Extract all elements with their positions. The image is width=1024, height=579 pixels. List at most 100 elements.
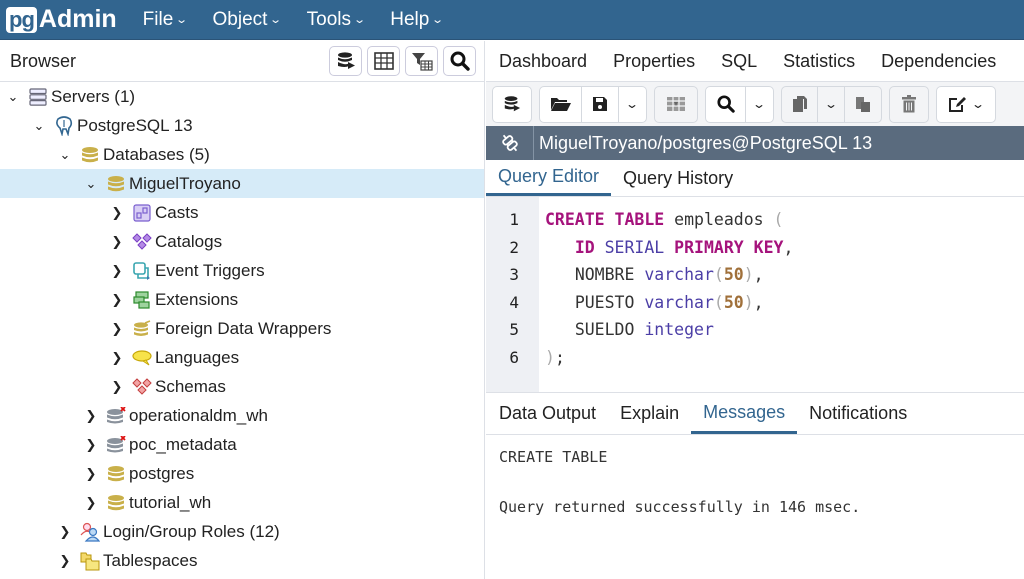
tree-node-schemas[interactable]: ❯ Schemas — [0, 372, 484, 401]
sql-punctuation: ) — [743, 265, 754, 284]
query-tabs: Query Editor Query History — [486, 160, 1024, 197]
search-icon — [450, 51, 470, 71]
tree-node-tutorial-wh[interactable]: ❯ tutorial_wh — [0, 488, 484, 517]
tree-node-label: Foreign Data Wrappers — [155, 318, 332, 338]
menu-tools[interactable]: Tools ⌄ — [307, 9, 366, 31]
tab-explain[interactable]: Explain — [608, 393, 691, 434]
tree-node-languages[interactable]: ❯ Languages — [0, 343, 484, 372]
folder-open-icon — [550, 98, 571, 111]
chevron-right-icon[interactable]: ❯ — [84, 466, 98, 482]
chevron-down-icon: ⌄ — [431, 14, 445, 26]
chevron-right-icon[interactable]: ❯ — [110, 205, 124, 221]
chevron-right-icon[interactable]: ❯ — [110, 321, 124, 337]
tree-node-databases[interactable]: ⌄ Databases (5) — [0, 140, 484, 169]
copy-options-dropdown[interactable]: ⌄ — [818, 86, 845, 122]
chevron-down-icon[interactable]: ⌄ — [58, 147, 72, 163]
save-options-dropdown[interactable]: ⌄ — [619, 87, 646, 122]
save-data-changes-icon — [667, 97, 685, 111]
tree-node-extensions[interactable]: ❯ Extensions — [0, 285, 484, 314]
chevron-right-icon[interactable]: ❯ — [84, 495, 98, 511]
menu-file[interactable]: File ⌄ — [143, 9, 189, 31]
tree-node-catalogs[interactable]: ❯ Catalogs — [0, 227, 484, 256]
connection-label: MiguelTroyano/postgres@PostgreSQL 13 — [539, 132, 873, 153]
tree-node-postgresql-13[interactable]: ⌄ PostgreSQL 13 — [0, 111, 484, 140]
browser-toolbar — [329, 46, 476, 76]
tree-node-event-triggers[interactable]: ❯ Event Triggers — [0, 256, 484, 285]
tab-notifications[interactable]: Notifications — [797, 393, 919, 434]
tree-node-poc-metadata[interactable]: ❯ poc_metadata — [0, 430, 484, 459]
paste-icon — [856, 97, 870, 112]
sql-punctuation: ; — [554, 347, 565, 367]
tree-node-label: Tablespaces — [103, 550, 198, 570]
line-number: 6 — [509, 347, 519, 367]
chevron-down-icon: ⌄ — [175, 14, 189, 26]
search-icon — [716, 95, 735, 113]
chevron-down-icon[interactable]: ⌄ — [84, 176, 98, 192]
chevron-right-icon[interactable]: ❯ — [110, 292, 124, 308]
sql-number: 50 — [723, 265, 744, 284]
line-number: 3 — [509, 265, 519, 284]
code-area[interactable]: CREATE TABLE empleados ( ID SERIAL PRIMA… — [539, 197, 793, 392]
tree-node-login-group-roles[interactable]: ❯ Login/Group Roles (12) — [0, 517, 484, 546]
logo-pg: pg — [6, 6, 37, 33]
tree-node-label: Catalogs — [155, 231, 223, 251]
tree-node-operationaldm-wh[interactable]: ❯ operationaldm_wh — [0, 401, 484, 430]
tree-node-label: MiguelTroyano — [129, 173, 241, 193]
menu-object[interactable]: Object ⌄ — [213, 9, 283, 31]
sql-identifier: empleados — [674, 210, 764, 229]
tab-sql[interactable]: SQL — [721, 51, 757, 72]
chevron-right-icon[interactable]: ❯ — [58, 524, 72, 540]
tree-node-postgres[interactable]: ❯ postgres — [0, 459, 484, 488]
chevron-down-icon[interactable]: ⌄ — [32, 118, 46, 134]
chevron-right-icon[interactable]: ❯ — [58, 553, 72, 569]
sql-punctuation: ) — [545, 347, 555, 367]
view-data-button[interactable] — [367, 46, 400, 76]
save-file-button[interactable] — [582, 86, 619, 122]
tab-properties[interactable]: Properties — [613, 51, 695, 72]
tree-node-foreign-data-wrappers[interactable]: ❯ Foreign Data Wrappers — [0, 314, 484, 343]
find-button[interactable] — [706, 86, 746, 122]
chevron-down-icon[interactable]: ⌄ — [6, 89, 20, 105]
tab-dependencies[interactable]: Dependencies — [881, 51, 996, 72]
tree-node-tablespaces[interactable]: ❯ Tablespaces — [0, 546, 484, 575]
result-tabs: Data Output Explain Messages Notificatio… — [486, 393, 1024, 435]
chevron-right-icon[interactable]: ❯ — [110, 263, 124, 279]
sql-number: 50 — [723, 292, 744, 312]
connection-status[interactable] — [486, 126, 534, 160]
chevron-right-icon[interactable]: ❯ — [110, 379, 124, 395]
copy-button[interactable] — [782, 86, 818, 122]
query-tool-button[interactable] — [329, 46, 362, 76]
chevron-right-icon[interactable]: ❯ — [110, 350, 124, 366]
tree-node-casts[interactable]: ❯ Casts — [0, 198, 484, 227]
tree-node-servers[interactable]: ⌄ Servers (1) — [0, 82, 484, 111]
connection-status-button[interactable] — [493, 87, 531, 122]
sql-editor[interactable]: 1 2 3 4 5 6 CREATE TABLE empleados ( ID … — [486, 197, 1024, 393]
code-line: PUESTO varchar(50), — [545, 289, 793, 317]
chevron-right-icon[interactable]: ❯ — [84, 437, 98, 453]
edit-options-button[interactable]: ⌄ — [937, 87, 995, 122]
tab-data-output[interactable]: Data Output — [487, 393, 608, 434]
tree-node-label: Event Triggers — [155, 260, 265, 280]
open-file-button[interactable] — [540, 86, 582, 122]
save-data-changes-button[interactable] — [655, 87, 697, 122]
tree-node-migueltroyano[interactable]: ⌄ MiguelTroyano — [0, 169, 484, 198]
tab-dashboard[interactable]: Dashboard — [499, 51, 587, 72]
find-options-dropdown[interactable]: ⌄ — [746, 87, 773, 122]
filtered-rows-button[interactable] — [405, 46, 438, 76]
tab-statistics[interactable]: Statistics — [783, 51, 855, 72]
search-objects-button[interactable] — [443, 46, 476, 76]
logo-admin: Admin — [38, 5, 117, 33]
tab-query-editor[interactable]: Query Editor — [486, 160, 612, 196]
tab-query-history[interactable]: Query History — [611, 160, 745, 196]
paste-button[interactable] — [845, 87, 881, 122]
browser-panel: Browser ⌄ Servers (1) ⌄ PostgreSQL 13 ⌄ … — [0, 41, 485, 579]
database-icon — [106, 493, 126, 513]
database-icon — [106, 174, 126, 194]
tab-messages[interactable]: Messages — [691, 393, 798, 434]
menu-help[interactable]: Help ⌄ — [390, 9, 445, 31]
sql-keyword: CREATE — [545, 210, 605, 229]
chevron-right-icon[interactable]: ❯ — [110, 234, 124, 250]
delete-rows-button[interactable] — [890, 87, 928, 122]
connected-plug-icon — [501, 134, 518, 152]
chevron-right-icon[interactable]: ❯ — [84, 408, 98, 424]
